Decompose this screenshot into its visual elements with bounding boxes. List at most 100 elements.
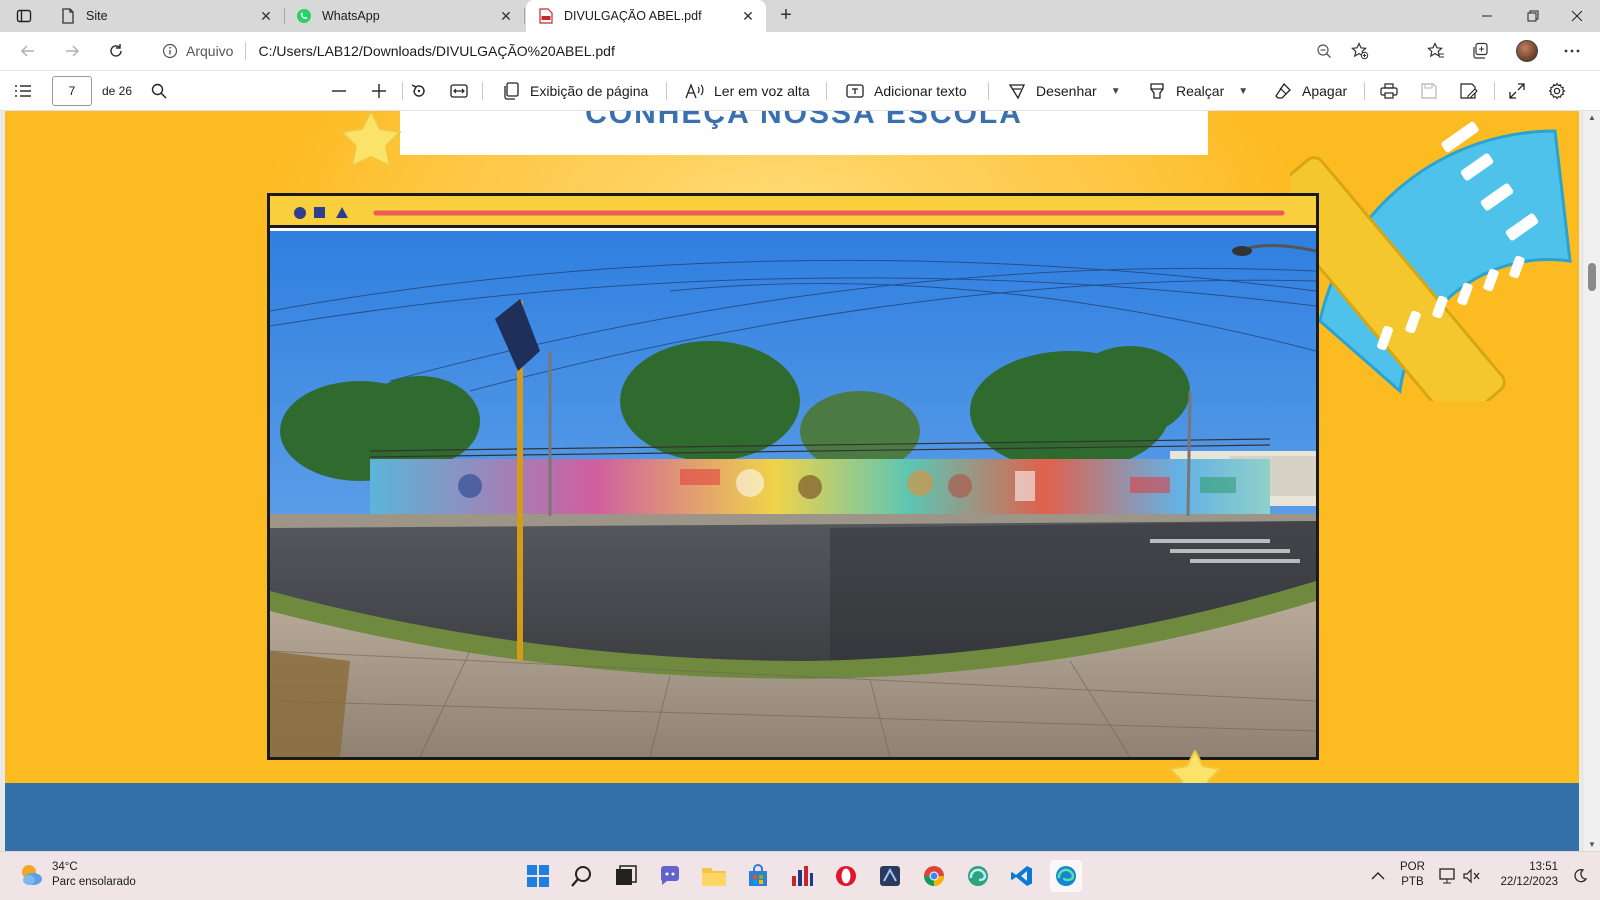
page-total: de 26 — [102, 84, 133, 98]
rotate-button[interactable] — [408, 77, 438, 105]
refresh-button[interactable] — [102, 37, 130, 65]
toolbar-divider — [1494, 82, 1495, 100]
clock-time: 13:51 — [1529, 861, 1558, 873]
add-text-icon — [844, 80, 866, 102]
erase-button[interactable]: Apagar — [1272, 77, 1347, 105]
tab-label: WhatsApp — [322, 9, 380, 23]
whatsapp-icon — [296, 8, 312, 24]
collections-icon[interactable] — [1466, 37, 1494, 65]
toolbar-divider — [482, 82, 483, 100]
zoom-out-button[interactable] — [328, 77, 358, 105]
file-explorer-button[interactable] — [698, 860, 730, 892]
save-as-icon — [1458, 80, 1480, 102]
forward-button[interactable] — [58, 37, 86, 65]
zoom-in-button[interactable] — [368, 77, 398, 105]
contents-list-icon — [12, 80, 34, 102]
read-aloud-label: Ler em voz alta — [714, 83, 810, 99]
add-text-button[interactable]: Adicionar texto — [844, 77, 967, 105]
table-of-contents-button[interactable] — [12, 77, 42, 105]
tab-whatsapp[interactable]: WhatsApp ✕ — [284, 0, 525, 32]
weather-widget[interactable]: 34°C Parc ensolarado — [18, 860, 136, 890]
clock[interactable]: 13:51 22/12/2023 — [1494, 860, 1558, 890]
read-aloud-button[interactable]: Ler em voz alta — [684, 77, 810, 105]
close-window-button[interactable] — [1554, 0, 1600, 32]
page-view-button[interactable]: Exibição de página — [500, 77, 648, 105]
minimize-icon — [1482, 15, 1492, 17]
address-bar[interactable]: Arquivo C:/Users/LAB12/Downloads/DIVULGA… — [146, 35, 1396, 67]
task-view-button[interactable] — [610, 860, 642, 892]
tab-actions-button[interactable] — [8, 5, 40, 27]
highlight-label: Realçar — [1176, 83, 1225, 99]
taskbar-search-button[interactable] — [566, 860, 598, 892]
info-icon[interactable] — [162, 43, 178, 59]
chrome-button[interactable] — [918, 860, 950, 892]
tab-pdf[interactable]: DIVULGAÇÃO ABEL.pdf ✕ — [526, 0, 766, 32]
app-dark-button[interactable] — [874, 860, 906, 892]
fit-to-width-button[interactable] — [448, 77, 478, 105]
draw-button[interactable]: Desenhar ▼ — [1006, 77, 1121, 105]
weather-description: Parc ensolarado — [52, 876, 136, 888]
vscode-button[interactable] — [1006, 860, 1038, 892]
edge-dev-button[interactable] — [962, 860, 994, 892]
scroll-down-icon[interactable]: ▼ — [1584, 840, 1600, 849]
close-icon — [1571, 10, 1583, 22]
favorites-icon[interactable] — [1422, 37, 1450, 65]
address-divider — [245, 42, 247, 60]
dark-app-icon — [880, 866, 900, 886]
volume-button[interactable] — [1456, 860, 1488, 892]
draw-icon — [1006, 80, 1028, 102]
chevron-down-icon[interactable]: ▼ — [1238, 86, 1248, 97]
zoom-icon[interactable] — [1310, 37, 1338, 65]
chevron-up-icon — [1371, 872, 1385, 880]
minimize-button[interactable] — [1464, 0, 1510, 32]
focus-moon-icon — [1574, 869, 1588, 883]
chat-icon — [661, 866, 679, 885]
scrollbar-thumb[interactable] — [1588, 263, 1596, 291]
new-tab-button[interactable]: + — [774, 4, 798, 28]
tab-strip: Site ✕ WhatsApp ✕ DIVULGAÇÃO ABEL.pdf ✕ … — [0, 0, 1600, 32]
draw-label: Desenhar — [1036, 83, 1097, 99]
show-hidden-icons-button[interactable] — [1362, 860, 1394, 892]
chrome-icon — [924, 866, 944, 886]
close-tab-icon[interactable]: ✕ — [740, 8, 756, 25]
app-chart-button[interactable] — [786, 860, 818, 892]
folder-icon — [702, 868, 726, 886]
full-screen-button[interactable] — [1506, 77, 1536, 105]
restore-button[interactable] — [1510, 0, 1556, 32]
print-button[interactable] — [1378, 77, 1408, 105]
bar-chart-app-icon — [792, 866, 813, 886]
page-number-input[interactable]: 7 — [52, 76, 92, 106]
pdf-settings-button[interactable] — [1546, 77, 1576, 105]
save-button[interactable] — [1418, 77, 1448, 105]
edge-button[interactable] — [1050, 860, 1082, 892]
find-button[interactable] — [148, 77, 178, 105]
pdf-viewer[interactable]: CONHEÇA NOSSA ESCOLA — [0, 111, 1600, 851]
save-as-button[interactable] — [1458, 77, 1488, 105]
clock-date: 22/12/2023 — [1500, 876, 1558, 888]
add-favorite-icon[interactable] — [1346, 37, 1374, 65]
highlight-button[interactable]: Realçar ▼ — [1146, 77, 1248, 105]
page-footer-band — [5, 783, 1579, 851]
vertical-scrollbar[interactable]: ▲ ▼ — [1584, 111, 1600, 851]
opera-button[interactable] — [830, 860, 862, 892]
school-panorama-photo — [270, 231, 1316, 757]
close-tab-icon[interactable]: ✕ — [258, 8, 274, 25]
protractor-ruler-illustration — [1290, 121, 1572, 401]
toolbar-divider — [1364, 82, 1365, 100]
microsoft-store-button[interactable] — [742, 860, 774, 892]
save-icon — [1418, 80, 1440, 102]
tab-site[interactable]: Site ✕ — [48, 0, 285, 32]
notifications-button[interactable] — [1564, 860, 1596, 892]
teams-chat-button[interactable] — [654, 860, 686, 892]
back-arrow-icon — [20, 45, 34, 57]
chevron-down-icon[interactable]: ▼ — [1111, 86, 1121, 97]
scroll-up-icon[interactable]: ▲ — [1584, 113, 1600, 122]
language-indicator[interactable]: POR PTB — [1400, 860, 1425, 890]
more-options-icon[interactable] — [1558, 37, 1586, 65]
back-button[interactable] — [14, 37, 42, 65]
close-tab-icon[interactable]: ✕ — [498, 8, 514, 25]
keyboard-layout: PTB — [1401, 876, 1424, 888]
profile-avatar[interactable] — [1516, 40, 1538, 62]
start-button[interactable] — [522, 860, 554, 892]
url-text[interactable]: C:/Users/LAB12/Downloads/DIVULGAÇÃO%20AB… — [258, 43, 614, 59]
